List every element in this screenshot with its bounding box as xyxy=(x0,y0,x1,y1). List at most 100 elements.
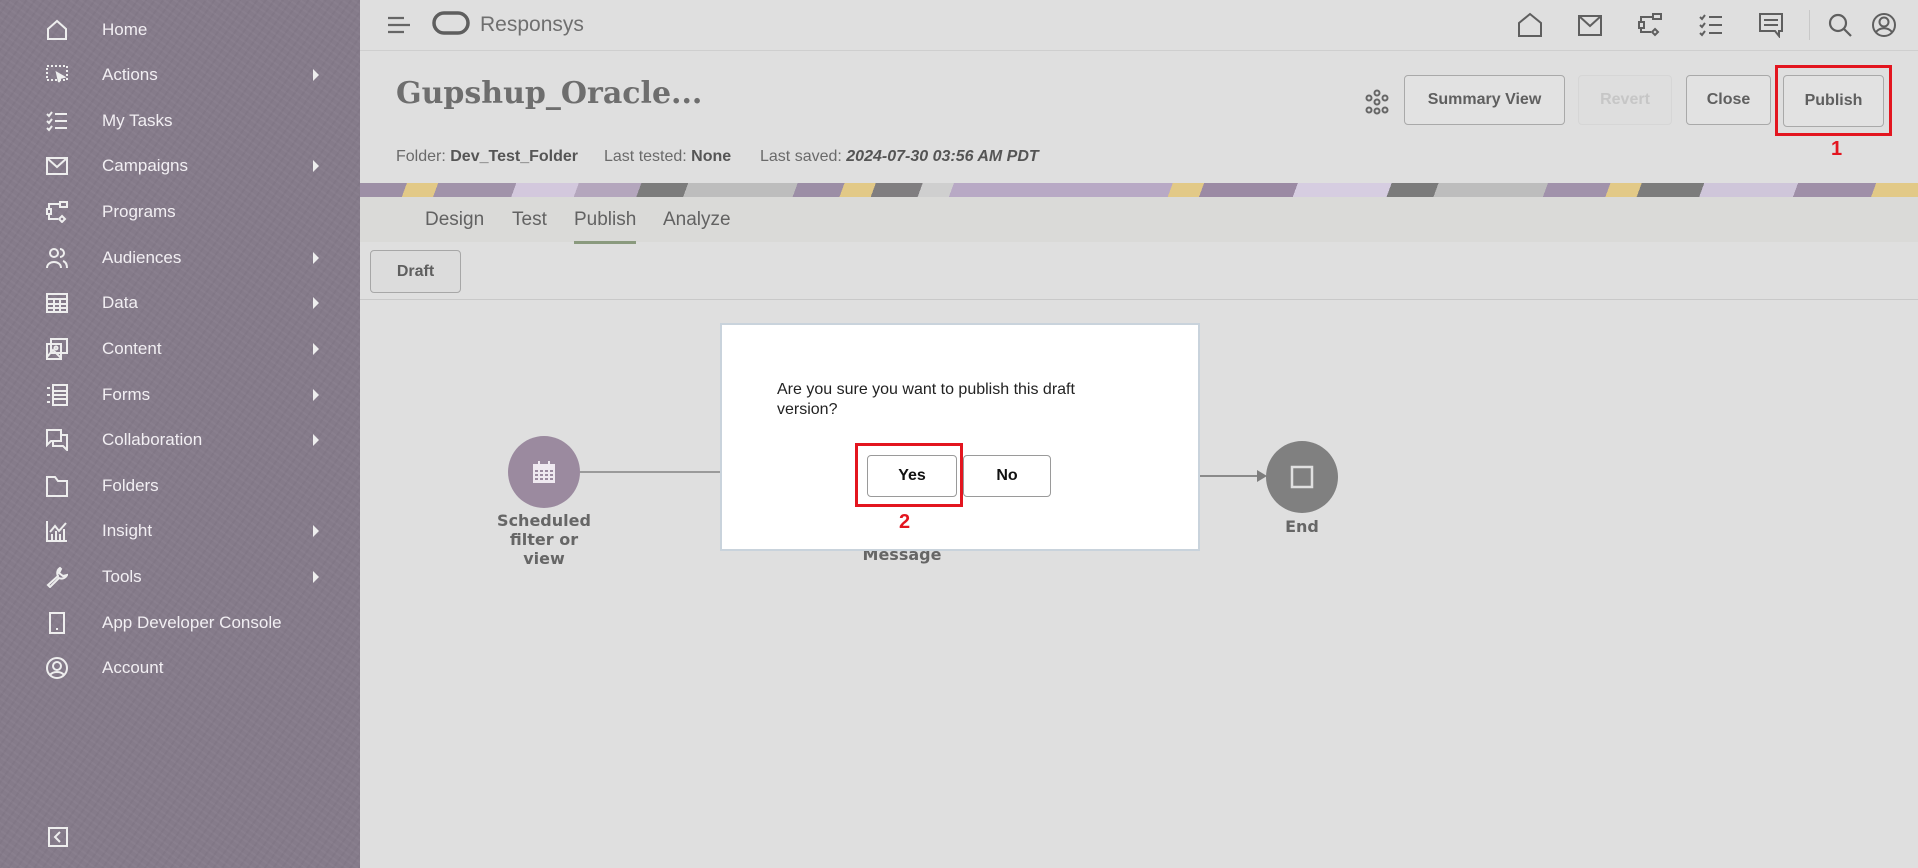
insight-chart-icon xyxy=(46,520,68,542)
top-tasks-button[interactable] xyxy=(1698,12,1724,38)
sidebar-item-label: Account xyxy=(102,658,164,677)
top-campaigns-button[interactable] xyxy=(1577,12,1603,38)
yes-button[interactable]: Yes xyxy=(867,455,957,497)
dialog-message: Are you sure you want to publish this dr… xyxy=(777,381,1075,418)
programs-icon xyxy=(1638,13,1662,37)
node-label: Scheduled filter or view xyxy=(497,511,591,568)
top-search-button[interactable] xyxy=(1827,12,1853,38)
tab-design[interactable]: Design xyxy=(425,209,484,241)
revert-button[interactable]: Revert xyxy=(1578,75,1672,125)
sidebar-item-campaigns[interactable]: Campaigns xyxy=(0,146,360,186)
last-tested-label: Last tested: xyxy=(604,148,687,165)
top-home-button[interactable] xyxy=(1517,12,1543,38)
calendar-icon xyxy=(533,461,555,483)
oracle-logo xyxy=(432,11,470,35)
hamburger-icon xyxy=(388,16,410,34)
submenu-arrow-icon xyxy=(313,525,319,537)
folder-label: Folder: xyxy=(396,148,446,165)
last-saved-meta: Last saved: 2024-07-30 03:56 AM PDT xyxy=(760,148,1039,166)
hamburger-menu-button[interactable] xyxy=(387,15,411,35)
sidebar-item-label: Folders xyxy=(102,476,159,495)
stop-square-icon xyxy=(1290,465,1314,489)
sidebar-item-label: Campaigns xyxy=(102,156,188,175)
network-icon xyxy=(1365,89,1389,115)
draft-version-button[interactable]: Draft xyxy=(370,250,461,293)
sidebar-item-label: Programs xyxy=(102,202,176,221)
sidebar-item-my-tasks[interactable]: My Tasks xyxy=(0,101,360,141)
chat-icon xyxy=(46,429,68,451)
last-tested-value: None xyxy=(691,148,732,165)
content-image-icon xyxy=(46,338,68,360)
sidebar-item-audiences[interactable]: Audiences xyxy=(0,238,360,278)
toolbar-divider xyxy=(360,299,1918,300)
close-button[interactable]: Close xyxy=(1686,75,1771,125)
publish-button[interactable]: Publish xyxy=(1783,75,1884,127)
toolbar-divider xyxy=(1809,10,1810,40)
user-profile-icon xyxy=(1872,13,1896,37)
sidebar-item-label: Tools xyxy=(102,567,142,586)
sidebar-item-label: App Developer Console xyxy=(102,613,282,632)
folder-value: Dev_Test_Folder xyxy=(450,148,578,165)
top-header: Responsys xyxy=(360,0,1918,51)
last-tested-meta: Last tested: None xyxy=(604,148,731,166)
sidebar-item-label: Collaboration xyxy=(102,430,203,449)
view-structure-button[interactable] xyxy=(1364,89,1390,115)
sidebar-item-label: Insight xyxy=(102,521,153,540)
summary-view-button[interactable]: Summary View xyxy=(1404,75,1565,125)
sidebar-item-collaboration[interactable]: Collaboration xyxy=(0,420,360,460)
sidebar-item-content[interactable]: Content xyxy=(0,329,360,369)
top-programs-button[interactable] xyxy=(1637,12,1663,38)
sidebar-item-folders[interactable]: Folders xyxy=(0,466,360,506)
tab-test[interactable]: Test xyxy=(512,209,547,241)
actions-icon xyxy=(46,64,68,86)
sidebar-item-label: Content xyxy=(102,339,162,358)
submenu-arrow-icon xyxy=(313,160,319,172)
sidebar-item-programs[interactable]: Programs xyxy=(0,192,360,232)
top-user-button[interactable] xyxy=(1871,12,1897,38)
forms-icon xyxy=(46,384,68,406)
page-title: Gupshup_Oracle... xyxy=(396,76,703,111)
sidebar-item-insight[interactable]: Insight xyxy=(0,511,360,551)
sidebar-item-home[interactable]: Home xyxy=(0,10,360,50)
tab-publish[interactable]: Publish xyxy=(574,209,637,244)
data-table-icon xyxy=(46,292,68,314)
wrench-icon xyxy=(46,566,68,588)
tab-analyze[interactable]: Analyze xyxy=(663,209,731,241)
publish-confirm-dialog: Are you sure you want to publish this dr… xyxy=(720,323,1200,551)
sidebar-item-app-developer-console[interactable]: App Developer Console xyxy=(0,603,360,643)
sidebar-item-data[interactable]: Data xyxy=(0,283,360,323)
decorative-banner xyxy=(360,183,1918,197)
mail-icon xyxy=(1578,15,1602,36)
search-icon xyxy=(1828,13,1852,37)
sidebar-item-actions[interactable]: Actions xyxy=(0,55,360,95)
home-icon xyxy=(1518,12,1542,37)
sidebar-item-label: Forms xyxy=(102,385,151,404)
sidebar-nav: Home Actions My Tasks Campaigns Programs… xyxy=(0,0,360,868)
mobile-device-icon xyxy=(46,612,68,634)
node-end[interactable] xyxy=(1266,441,1338,513)
sidebar-item-forms[interactable]: Forms xyxy=(0,375,360,415)
folder-icon xyxy=(46,475,68,497)
sidebar-item-label: My Tasks xyxy=(102,111,173,130)
folder-meta: Folder: Dev_Test_Folder xyxy=(396,148,578,166)
sidebar-item-tools[interactable]: Tools xyxy=(0,557,360,597)
connector-line xyxy=(1200,475,1258,477)
last-saved-label: Last saved: xyxy=(760,148,842,165)
tasks-icon xyxy=(1699,14,1722,37)
top-messages-button[interactable] xyxy=(1758,12,1784,38)
submenu-arrow-icon xyxy=(313,69,319,81)
home-icon xyxy=(46,19,68,41)
node-scheduled-filter[interactable] xyxy=(508,436,580,508)
submenu-arrow-icon xyxy=(313,297,319,309)
mail-icon xyxy=(46,155,68,177)
sidebar-item-label: Audiences xyxy=(102,248,182,267)
no-button[interactable]: No xyxy=(963,455,1051,497)
sidebar-item-label: Home xyxy=(102,20,148,39)
collapse-left-icon xyxy=(48,827,68,847)
annotation-number-1: 1 xyxy=(1831,138,1843,160)
programs-icon xyxy=(46,201,68,223)
sidebar-item-account[interactable]: Account xyxy=(0,648,360,688)
last-saved-value: 2024-07-30 03:56 AM PDT xyxy=(846,148,1039,165)
collapse-sidebar-button[interactable] xyxy=(48,827,68,847)
tasks-icon xyxy=(46,110,68,132)
